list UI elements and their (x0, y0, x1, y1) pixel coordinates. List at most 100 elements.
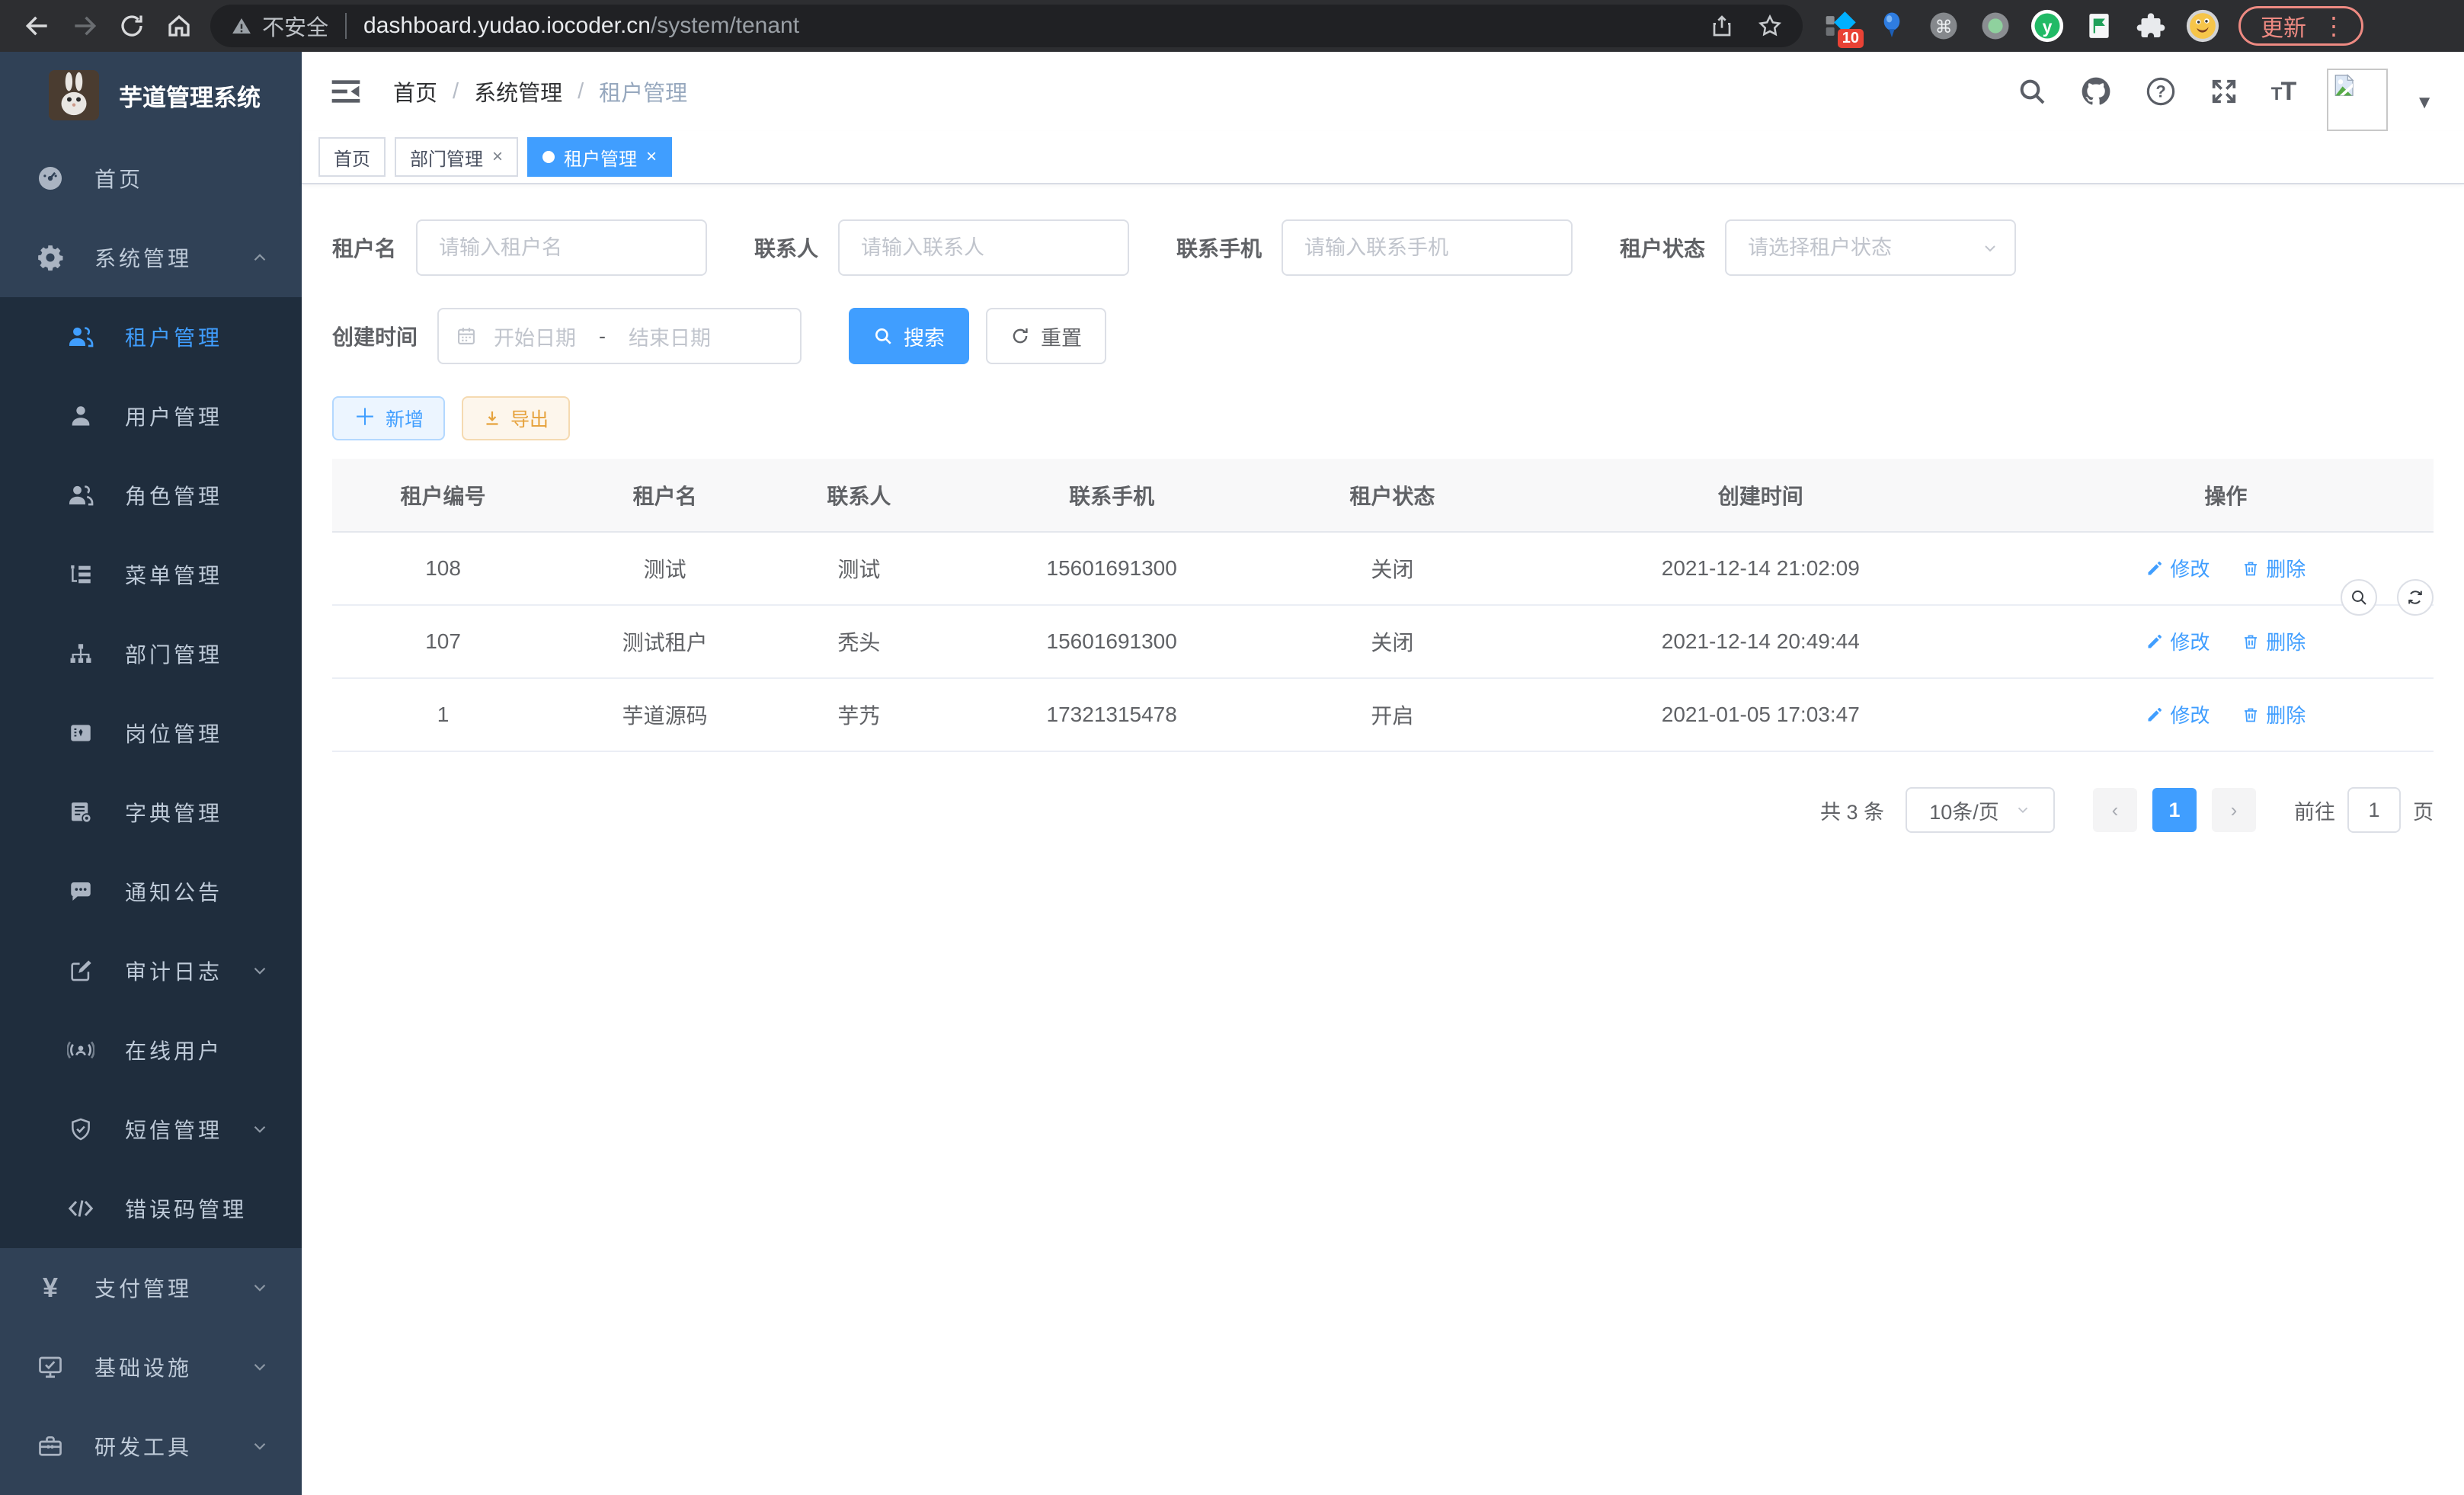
extension-flag-icon[interactable] (2082, 8, 2117, 43)
status-value: 关闭 (1282, 605, 1503, 678)
search-icon (2350, 588, 2368, 607)
sidebar-collapse-button[interactable] (329, 75, 363, 108)
sidebar-item-dept[interactable]: 部门管理 (0, 614, 302, 693)
browser-home-button[interactable] (155, 5, 203, 47)
export-button[interactable]: 导出 (462, 396, 570, 440)
sidebar-item-pay[interactable]: ¥ 支付管理 (0, 1248, 302, 1327)
sidebar-item-user[interactable]: 用户管理 (0, 376, 302, 456)
table-header-row: 租户编号 租户名 联系人 联系手机 租户状态 创建时间 操作 (332, 459, 2434, 532)
browser-reload-button[interactable] (108, 5, 155, 47)
date-range-picker[interactable]: 开始日期 - 结束日期 (437, 308, 802, 364)
trash-icon (2242, 632, 2260, 651)
github-icon[interactable] (2079, 75, 2113, 108)
delete-link[interactable]: 删除 (2242, 700, 2306, 728)
edit-pencil-icon (2146, 632, 2164, 651)
font-size-icon[interactable]: TT (2271, 77, 2295, 107)
extension-diamond-icon[interactable]: 10 (1822, 8, 1858, 43)
sidebar-item-sms[interactable]: 短信管理 (0, 1090, 302, 1169)
badge-icon (64, 716, 98, 750)
breadcrumb-system[interactable]: 系统管理 (474, 75, 562, 107)
refresh-table-button[interactable] (2397, 579, 2434, 616)
show-search-toggle-button[interactable] (2341, 579, 2377, 616)
sidebar-logo[interactable]: 芋道管理系统 (0, 52, 302, 139)
user-icon (64, 399, 98, 433)
tenant-name-input[interactable] (416, 219, 707, 276)
security-chip[interactable]: 不安全 (230, 10, 328, 42)
profile-avatar-icon[interactable] (2185, 8, 2220, 43)
chevron-down-icon (250, 1119, 270, 1139)
breadcrumb-home[interactable]: 首页 (393, 75, 437, 107)
address-bar[interactable]: 不安全 dashboard.yudao.iocoder.cn/system/te… (210, 5, 1803, 47)
close-icon[interactable]: × (492, 146, 503, 168)
sidebar-item-tenant[interactable]: 租户管理 (0, 297, 302, 376)
browser-menu-icon[interactable]: ⋮ (2322, 14, 2346, 38)
status-value: 开启 (1282, 678, 1503, 751)
goto-page-input[interactable] (2347, 787, 2401, 833)
sidebar-item-home[interactable]: 首页 (0, 139, 302, 218)
sidebar-item-notice[interactable]: 通知公告 (0, 852, 302, 931)
status-select[interactable] (1725, 219, 2016, 276)
dictionary-icon (64, 796, 98, 829)
edit-link[interactable]: 修改 (2146, 627, 2210, 655)
delete-link[interactable]: 删除 (2242, 554, 2306, 582)
extension-command-icon[interactable]: ⌘ (1926, 8, 1961, 43)
app-title: 芋道管理系统 (119, 78, 261, 113)
contact-label: 联系人 (754, 232, 818, 263)
page-1-button[interactable]: 1 (2152, 788, 2197, 832)
reset-button[interactable]: 重置 (986, 308, 1106, 364)
tenant-users-icon (64, 320, 98, 354)
share-icon[interactable] (1710, 14, 1734, 38)
end-date-placeholder: 结束日期 (629, 322, 711, 351)
edit-link[interactable]: 修改 (2146, 700, 2210, 728)
mobile-input[interactable] (1282, 219, 1573, 276)
select-caret-icon (1981, 239, 1999, 258)
extension-balloon-icon[interactable] (1874, 8, 1909, 43)
sidebar-item-devtools[interactable]: 研发工具 (0, 1407, 302, 1486)
next-page-button[interactable]: › (2212, 788, 2256, 832)
sidebar-item-post[interactable]: 岗位管理 (0, 693, 302, 773)
help-icon[interactable]: ? (2145, 75, 2177, 107)
calendar-icon (456, 325, 477, 347)
sidebar-item-system[interactable]: 系统管理 (0, 218, 302, 297)
browser-back-button[interactable] (14, 5, 61, 47)
add-button[interactable]: ＋ 新增 (332, 396, 445, 440)
page-size-select[interactable]: 10条/页 (1906, 787, 2055, 833)
browser-toolbar: 不安全 dashboard.yudao.iocoder.cn/system/te… (0, 0, 2464, 52)
sidebar-item-role[interactable]: 角色管理 (0, 456, 302, 535)
total-count: 共 3 条 (1820, 796, 1884, 825)
close-icon[interactable]: × (646, 146, 657, 168)
download-icon (483, 409, 501, 427)
fullscreen-icon[interactable] (2209, 76, 2239, 107)
prev-page-button[interactable]: ‹ (2093, 788, 2137, 832)
browser-update-button[interactable]: 更新 ⋮ (2238, 6, 2363, 46)
monitor-icon (34, 1350, 67, 1384)
sidebar-item-dict[interactable]: 字典管理 (0, 773, 302, 852)
extension-y-icon[interactable]: y (2030, 8, 2065, 43)
edit-link[interactable]: 修改 (2146, 554, 2210, 582)
sidebar-item-errorcode[interactable]: 错误码管理 (0, 1169, 302, 1248)
chevron-down-icon (250, 1357, 270, 1377)
org-chart-icon (64, 637, 98, 671)
tab-tenant[interactable]: 租户管理 × (527, 137, 672, 177)
sidebar-item-menu[interactable]: 菜单管理 (0, 535, 302, 614)
goto-label: 前往 (2294, 796, 2335, 825)
sidebar-item-audit-log[interactable]: 审计日志 (0, 931, 302, 1010)
sidebar-item-infra[interactable]: 基础设施 (0, 1327, 302, 1407)
tab-dept[interactable]: 部门管理 × (395, 137, 518, 177)
pagination: 共 3 条 10条/页 ‹ 1 › 前往 页 (332, 787, 2434, 833)
delete-link[interactable]: 删除 (2242, 627, 2306, 655)
contact-input[interactable] (838, 219, 1129, 276)
browser-forward-button[interactable] (61, 5, 108, 47)
tab-home[interactable]: 首页 (318, 137, 386, 177)
bookmark-star-icon[interactable] (1757, 13, 1783, 39)
extension-recorder-icon[interactable] (1978, 8, 2013, 43)
user-avatar[interactable] (2327, 69, 2388, 131)
extensions-puzzle-icon[interactable] (2133, 8, 2168, 43)
toolbox-icon (34, 1429, 67, 1463)
search-button[interactable]: 搜索 (849, 308, 969, 364)
start-date-placeholder: 开始日期 (494, 322, 576, 351)
sidebar-item-online-users[interactable]: 在线用户 (0, 1010, 302, 1090)
header-search-icon[interactable] (2017, 76, 2047, 107)
avatar-dropdown-caret-icon[interactable]: ▼ (2415, 92, 2434, 114)
breadcrumb-current: 租户管理 (599, 75, 687, 107)
